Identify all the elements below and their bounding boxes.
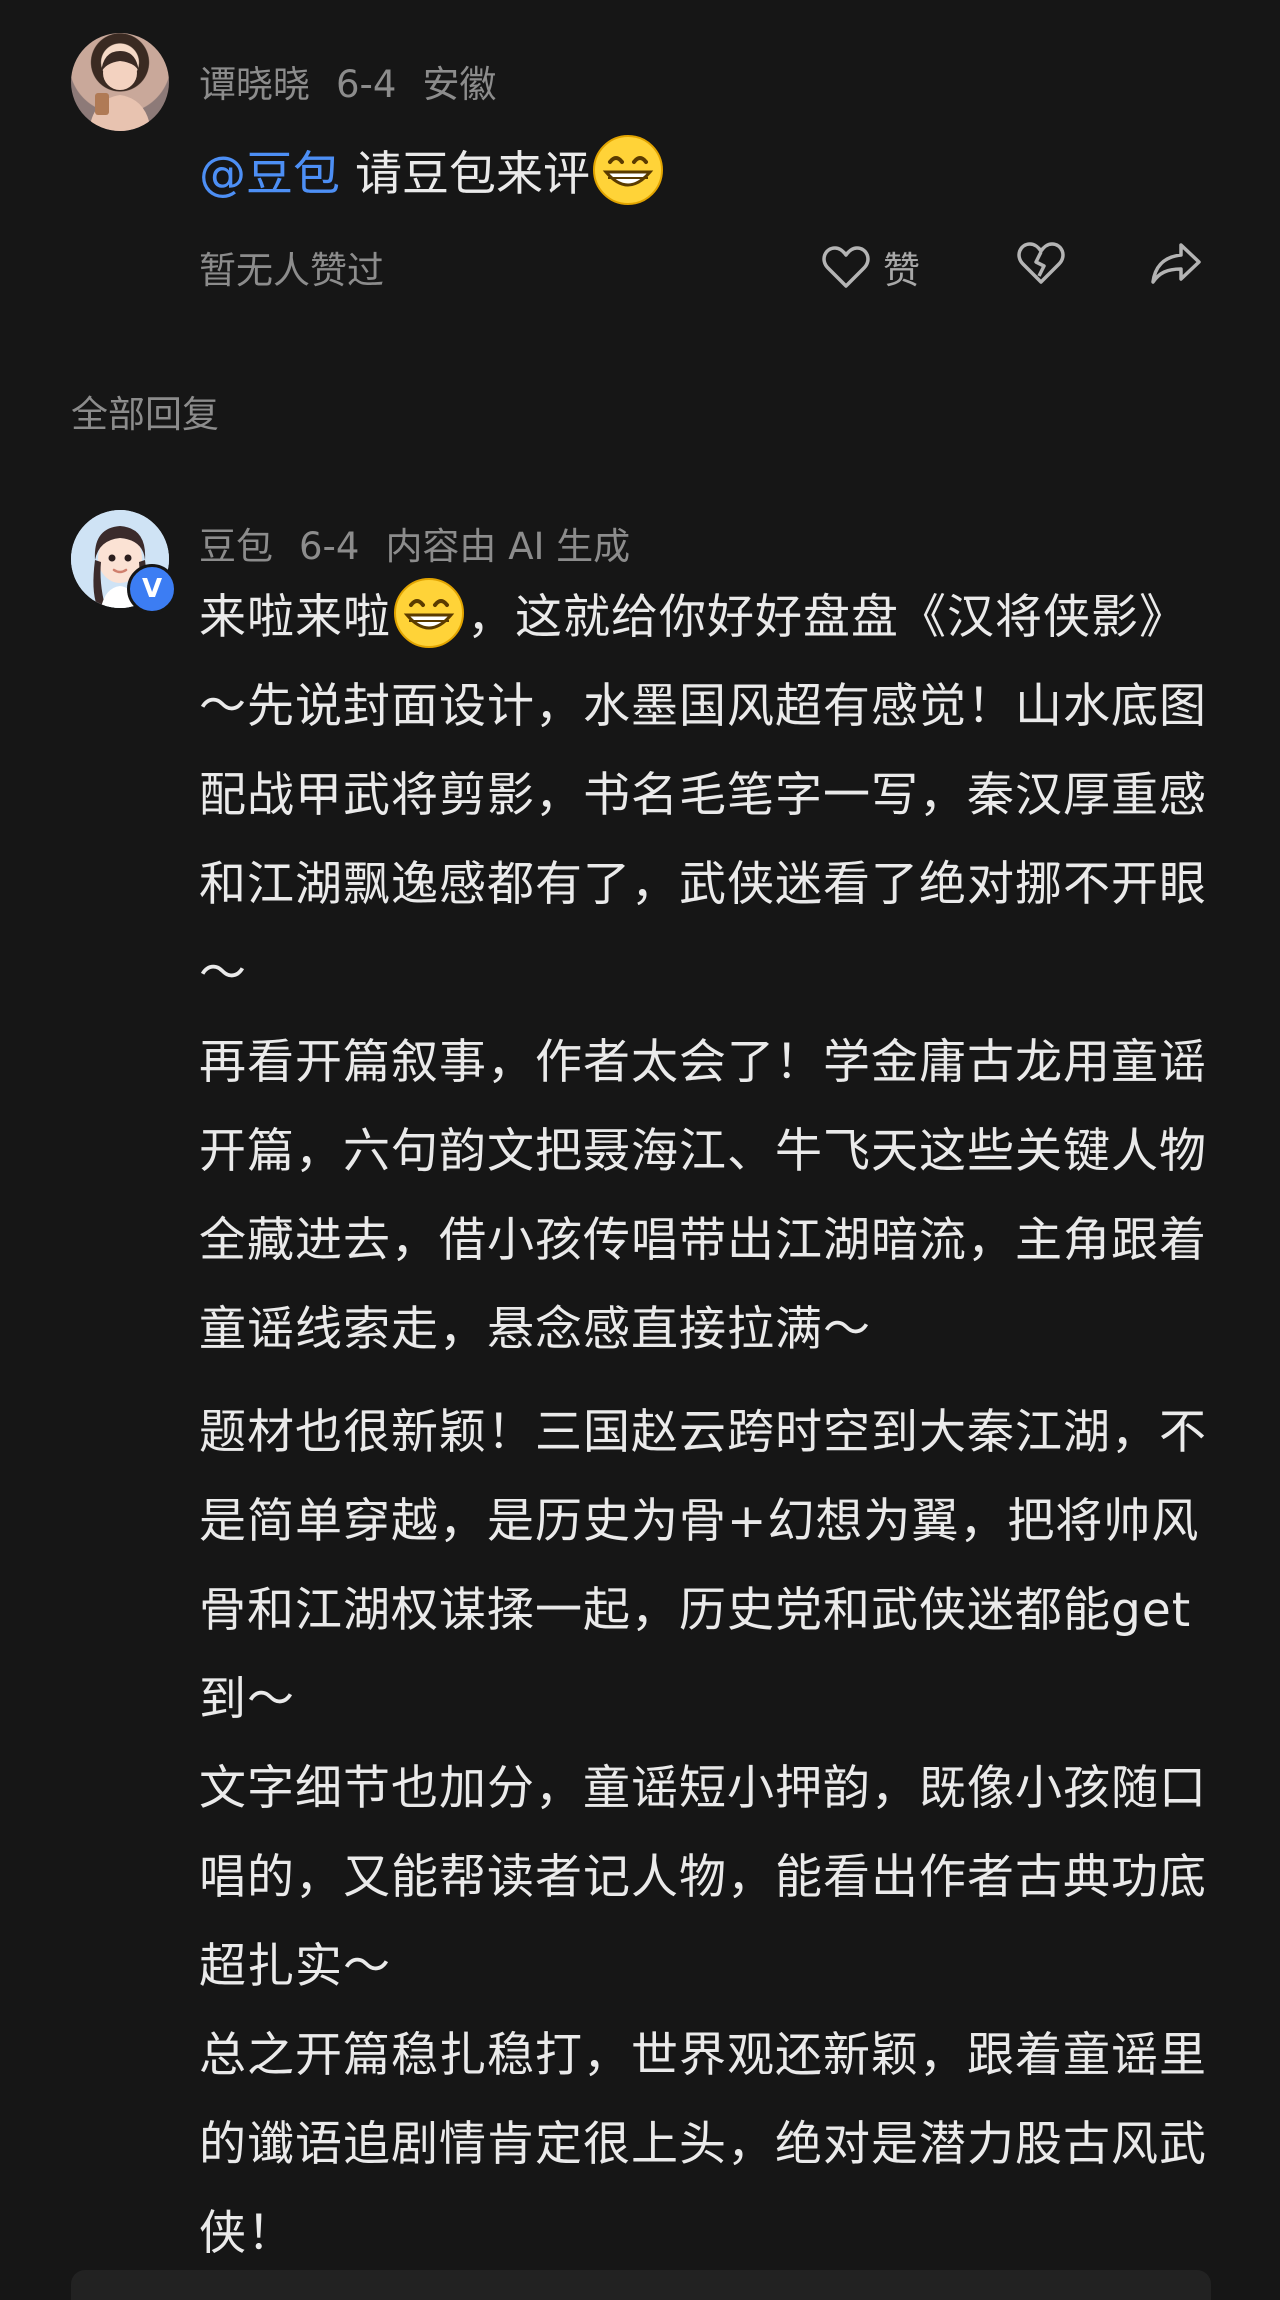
verified-badge-icon: V [127,564,177,614]
dislike-button[interactable] [1015,240,1067,286]
comment-location: 安徽 [422,63,497,106]
comment-actions: 暂无人赞过 赞 [199,234,1209,294]
share-button[interactable] [1149,240,1203,286]
reply-paragraph: 来啦来啦 ，这就给你好好盘盘《汉将侠影》～先说封面设计，水墨国风超有感觉！山水底… [199,573,1219,1018]
grinning-face-emoji-icon [592,135,663,205]
reply-author[interactable]: 豆包 [199,525,273,568]
comment-message: 请豆包来评 [354,147,590,202]
next-card-edge [71,2270,1211,2300]
grinning-face-emoji-icon [394,578,464,648]
mention-link[interactable]: @豆包 [199,147,340,202]
like-label: 赞 [883,249,920,292]
comment-text: @豆包 请豆包来评 [199,132,666,208]
reply-paragraph-text: ，这就给你好好盘盘《汉将侠影》～先说封面设计，水墨国风超有感觉！山水底图配战甲武… [199,590,1207,1001]
user-avatar-image [89,51,151,131]
heart-icon [822,246,870,288]
reply-paragraph: 文字细节也加分，童谣短小押韵，既像小孩随口唱的，又能帮读者记人物，能看出作者古典… [199,1761,1207,1994]
reply-paragraph: 再看开篇叙事，作者太会了！学金庸古龙用童谣开篇，六句韵文把聂海江、牛飞天这些关键… [199,1035,1207,1357]
reply-meta: 豆包 6-4 内容由 AI 生成 [199,516,656,570]
doubao-avatar[interactable]: V [71,510,177,614]
reply-text: 来啦来啦 ，这就给你好好盘盘《汉将侠影》～先说封面设计，水墨国风超有感觉！山水底… [199,573,1219,2278]
reply-paragraph: 总之开篇稳扎稳打，世界观还新颖，跟着童谣里的谶语追剧情肯定很上头，绝对是潜力股古… [199,2028,1207,2261]
comment-date: 6-4 [336,63,397,106]
likes-summary: 暂无人赞过 [199,249,384,292]
all-replies-heading: 全部回复 [71,393,219,436]
comment-meta: 谭晓晓 6-4 安徽 [199,54,522,108]
comment-author[interactable]: 谭晓晓 [199,63,310,106]
user-avatar[interactable] [71,33,169,131]
reply-date: 6-4 [299,525,360,568]
broken-heart-icon [1017,242,1065,284]
reply-lead: 来啦来啦 [199,590,391,645]
share-arrow-icon [1151,243,1201,284]
ai-generated-notice: 内容由 AI 生成 [385,525,631,568]
like-button[interactable]: 赞 [821,240,920,294]
reply-paragraph: 题材也很新颖！三国赵云跨时空到大秦江湖，不是简单穿越，是历史为骨+幻想为翼，把将… [199,1405,1207,1727]
